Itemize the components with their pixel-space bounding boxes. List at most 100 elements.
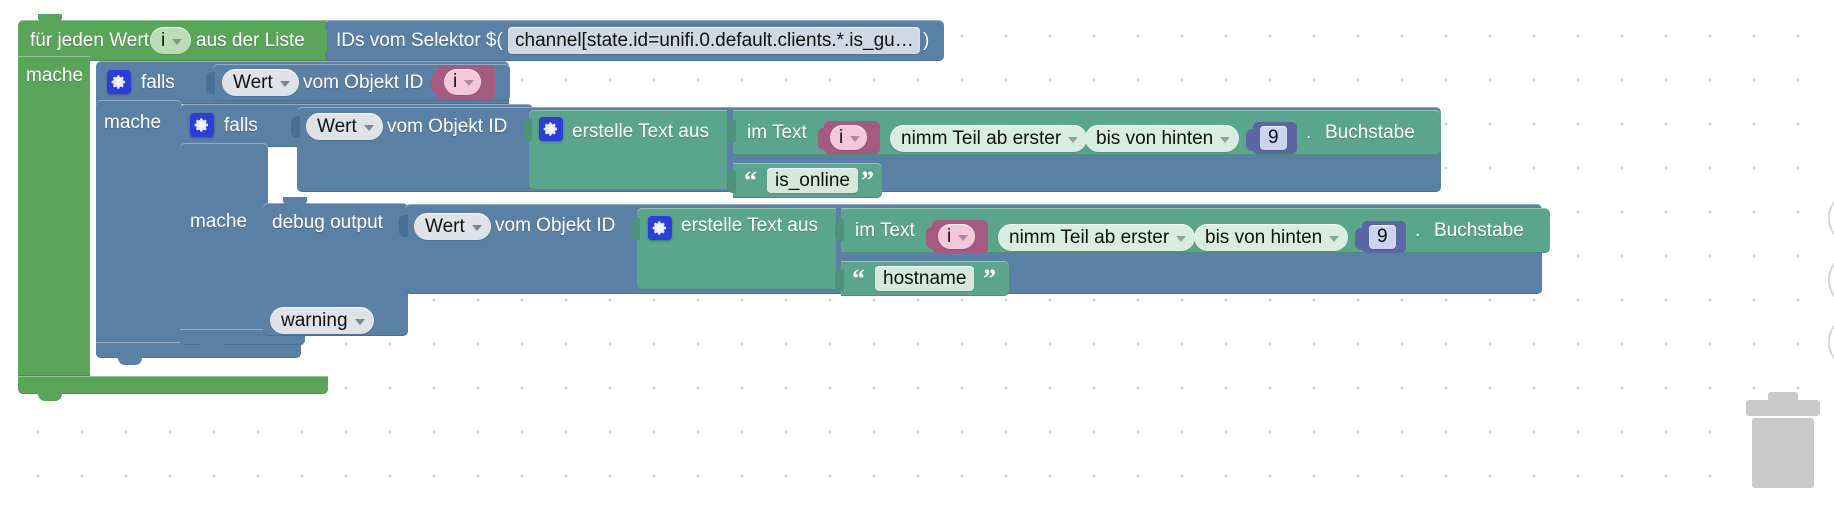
- substring-1-variable-value: i: [839, 126, 844, 148]
- chevron-down-icon: [1068, 136, 1079, 143]
- if-outer-bottom-notch: [118, 356, 142, 365]
- create-text-1-left-tab: [523, 119, 532, 141]
- chevron-down-icon: [172, 38, 183, 45]
- string-is-online-left-tab: [727, 171, 736, 193]
- if-inner-bottom-notch: [200, 343, 224, 352]
- get-object-debug-attribute-value: Wert: [425, 215, 465, 237]
- get-object-inner-attribute-dropdown[interactable]: Wert: [306, 113, 383, 140]
- for-each-foot[interactable]: [18, 376, 328, 394]
- string-is-online-input[interactable]: is_online: [767, 168, 858, 193]
- string-hostname-input[interactable]: hostname: [875, 266, 975, 291]
- substring-1-left-tab: [727, 120, 736, 142]
- chevron-down-icon: [363, 124, 374, 131]
- get-object-outer-attribute-value: Wert: [233, 71, 273, 93]
- quote-close-glyph: ”: [983, 264, 996, 293]
- for-each-bottom-notch: [38, 392, 62, 401]
- if-outer-statement-label: mache: [104, 112, 162, 133]
- substring-2-variable-tab: [926, 227, 935, 249]
- chevron-down-icon: [1176, 235, 1187, 242]
- for-each-spine[interactable]: [18, 56, 90, 376]
- gear-icon[interactable]: [190, 113, 214, 137]
- for-each-label-1: für jeden Wert: [30, 30, 149, 51]
- string-hostname-value: hostname: [883, 267, 967, 289]
- substring-2-left-tab: [835, 219, 844, 241]
- if-outer-label: falls: [141, 72, 175, 93]
- center-on-blocks-button[interactable]: [1828, 190, 1834, 246]
- substring-2-label-in-text: im Text: [855, 220, 915, 241]
- create-text-1-label: erstelle Text aus: [572, 121, 709, 142]
- substring-2-variable-value: i: [947, 225, 952, 247]
- if-inner-label: falls: [224, 115, 258, 136]
- chevron-down-icon: [471, 224, 482, 231]
- substring-2-mode-from-dropdown[interactable]: nimm Teil ab erster: [998, 224, 1196, 251]
- chevron-down-icon: [1329, 235, 1340, 242]
- substring-2-number-value: 9: [1377, 226, 1388, 247]
- substring-1-number-tab: [1246, 129, 1255, 151]
- substring-2-number-input[interactable]: 9: [1369, 225, 1396, 249]
- get-object-outer-label: vom Objekt ID: [303, 72, 424, 93]
- chevron-down-icon: [850, 135, 861, 142]
- string-is-online-value: is_online: [775, 169, 850, 191]
- chevron-down-icon: [1220, 136, 1231, 143]
- get-object-debug-label: vom Objekt ID: [495, 215, 616, 236]
- chevron-down-icon: [958, 234, 969, 241]
- substring-2-number-tab: [1355, 228, 1364, 250]
- chevron-down-icon: [354, 318, 365, 325]
- chevron-down-icon: [464, 80, 475, 86]
- quote-open-glyph: “: [744, 166, 757, 195]
- get-object-inner-label: vom Objekt ID: [387, 116, 508, 137]
- trash-can-icon: [1746, 392, 1820, 488]
- substring-2-mode-to-dropdown[interactable]: bis von hinten: [1194, 224, 1349, 251]
- debug-output-label: debug output: [272, 212, 383, 233]
- zoom-in-button[interactable]: [1828, 252, 1834, 308]
- gear-icon[interactable]: [107, 70, 131, 94]
- gear-icon[interactable]: [648, 216, 672, 240]
- substring-1-mode-from-value: nimm Teil ab erster: [901, 127, 1062, 149]
- get-object-inner-attribute-value: Wert: [317, 115, 357, 137]
- debug-output-severity-value: warning: [281, 309, 348, 331]
- substring-1-number-value: 9: [1268, 127, 1279, 148]
- get-object-debug-attribute-dropdown[interactable]: Wert: [414, 213, 491, 240]
- for-each-statement-label: mache: [26, 65, 84, 86]
- if-inner-statement-label: mache: [190, 211, 248, 232]
- substring-2-label-letter: Buchstabe: [1434, 220, 1524, 241]
- debug-output-severity-dropdown[interactable]: warning: [270, 307, 374, 334]
- chevron-down-icon: [279, 80, 290, 87]
- zoom-out-button[interactable]: [1828, 314, 1834, 370]
- substring-1-number-input[interactable]: 9: [1260, 126, 1287, 150]
- substring-1-mode-from-dropdown[interactable]: nimm Teil ab erster: [890, 125, 1088, 152]
- get-object-outer-attribute-dropdown[interactable]: Wert: [222, 69, 299, 96]
- substring-1-label-dot: .: [1306, 122, 1312, 143]
- get-object-debug-left-tab: [399, 215, 408, 237]
- substring-1-mode-to-dropdown[interactable]: bis von hinten: [1085, 125, 1240, 152]
- for-each-variable-dropdown[interactable]: i: [150, 27, 192, 54]
- create-text-2-left-tab: [631, 218, 640, 240]
- get-object-outer-variable-value: i: [453, 71, 458, 92]
- create-text-2-label: erstelle Text aus: [681, 215, 818, 236]
- substring-2-mode-to-value: bis von hinten: [1205, 226, 1323, 248]
- gear-icon[interactable]: [539, 117, 563, 141]
- trash-can-button[interactable]: [1742, 380, 1824, 490]
- selector-left-tab: [318, 29, 327, 51]
- get-object-outer-variable-dropdown[interactable]: i: [444, 69, 482, 95]
- substring-2-mode-from-value: nimm Teil ab erster: [1009, 226, 1170, 248]
- quote-open-glyph: “: [852, 264, 865, 293]
- substring-2-variable-dropdown[interactable]: i: [938, 224, 976, 249]
- selector-label: IDs vom Selektor $(: [336, 30, 503, 51]
- string-hostname-left-tab: [835, 269, 844, 291]
- get-object-inner-left-tab: [291, 116, 300, 138]
- for-each-label-2: aus der Liste: [196, 30, 305, 51]
- debug-output-top-notch: [283, 197, 307, 206]
- substring-1-mode-to-value: bis von hinten: [1096, 127, 1214, 149]
- if-inner-spine[interactable]: [180, 143, 268, 343]
- if-outer-spine[interactable]: [96, 100, 182, 358]
- substring-1-label-in-text: im Text: [747, 122, 807, 143]
- substring-2-label-dot: .: [1415, 220, 1421, 241]
- substring-1-label-letter: Buchstabe: [1325, 122, 1415, 143]
- get-object-outer-left-tab: [206, 72, 215, 94]
- for-each-top-notch: [38, 14, 62, 23]
- selector-text-input[interactable]: channel[state.id=unifi.0.default.clients…: [508, 27, 920, 54]
- blockly-workspace[interactable]: für jeden Wert i aus der Liste mache IDs…: [0, 0, 1834, 513]
- substring-1-variable-dropdown[interactable]: i: [830, 125, 868, 150]
- get-object-outer-variable-tab: [431, 72, 440, 94]
